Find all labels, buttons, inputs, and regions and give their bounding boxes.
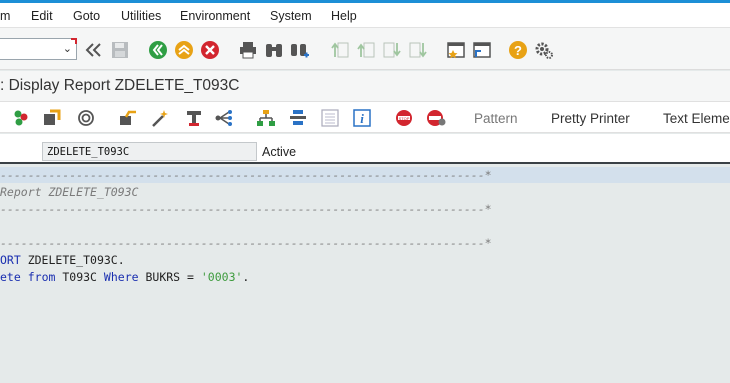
find-next-icon[interactable] (290, 40, 310, 60)
page-title: : Display Report ZDELETE_T093C (0, 77, 240, 94)
previous-page-icon[interactable] (356, 40, 376, 60)
title-bar: : Display Report ZDELETE_T093C (0, 71, 730, 101)
keyword: ete (0, 270, 21, 284)
standard-toolbar: ⌄ ? (0, 28, 730, 70)
code-line: ORT ZDELETE_T093C. (0, 252, 730, 268)
last-page-icon[interactable] (408, 40, 428, 60)
code-text: BUKRS = (145, 270, 201, 284)
menu-system[interactable]: System (270, 9, 312, 23)
info-icon[interactable]: i (352, 109, 372, 127)
string-literal: '0003' (200, 270, 243, 284)
pretty-printer-button[interactable]: Pretty Printer (551, 111, 630, 126)
menu-utilities[interactable]: Utilities (121, 9, 161, 23)
fullscreen-icon[interactable] (320, 109, 340, 127)
menu-edit[interactable]: Edit (31, 9, 53, 23)
program-status: Active (262, 145, 297, 159)
navigation-window-icon[interactable] (288, 109, 308, 127)
comment-text: ----------------------------------------… (0, 236, 492, 250)
code-line: ----------------------------------------… (0, 201, 730, 217)
back-icon[interactable] (84, 40, 104, 60)
program-name-field: ZDELETE_T093C (42, 142, 257, 161)
code-line: Report ZDELETE_T093C (0, 184, 730, 200)
save-icon[interactable] (110, 40, 130, 60)
code-line: ete from T093C Where BUKRS = '0003'. (0, 269, 730, 285)
active-inactive-icon[interactable] (76, 109, 96, 127)
help-icon[interactable]: ? (508, 40, 528, 60)
code-text: ZDELETE_T093C. (20, 253, 125, 267)
required-marker (71, 38, 77, 44)
text-elements-button[interactable]: Text Eleme (663, 111, 730, 126)
code-line: ----------------------------------------… (0, 167, 730, 183)
code-text: . (242, 270, 250, 284)
print-icon[interactable] (238, 40, 258, 60)
svg-text:?: ? (514, 43, 522, 58)
abap-editor[interactable]: ----------------------------------------… (0, 166, 730, 383)
shortcut-icon[interactable] (472, 40, 492, 60)
menu-help[interactable]: Help (331, 9, 357, 23)
comment-text: Report ZDELETE_T093C (0, 185, 139, 199)
test-icon[interactable] (184, 109, 204, 127)
external-breakpoint-icon[interactable] (426, 109, 446, 127)
settings-icon[interactable] (534, 40, 554, 60)
exit-icon[interactable] (174, 40, 194, 60)
comment-text: ----------------------------------------… (0, 202, 492, 216)
menu-environment[interactable]: Environment (180, 9, 250, 23)
menu-bar: m Edit Goto Utilities Environment System… (0, 3, 730, 28)
keyword: from (27, 270, 56, 284)
next-page-icon[interactable] (382, 40, 402, 60)
svg-text:STOP: STOP (399, 116, 410, 121)
menu-goto[interactable]: Goto (73, 9, 100, 23)
new-session-icon[interactable] (446, 40, 466, 60)
command-field[interactable]: ⌄ (0, 38, 77, 60)
keyword: Where (103, 270, 139, 284)
menu-program[interactable]: m (0, 9, 10, 23)
check-icon[interactable] (118, 109, 138, 127)
green-back-icon[interactable] (148, 40, 168, 60)
object-list-icon[interactable] (256, 109, 276, 127)
other-object-icon[interactable] (12, 109, 32, 127)
keyword: ORT (0, 253, 21, 267)
activate-icon[interactable] (150, 109, 170, 127)
program-info-row: ZDELETE_T093C Active (0, 134, 730, 164)
cancel-icon[interactable] (200, 40, 220, 60)
comment-text: ----------------------------------------… (0, 168, 492, 182)
application-toolbar: i STOP Pattern Pretty Printer Text Eleme (0, 101, 730, 133)
first-page-icon[interactable] (330, 40, 350, 60)
find-icon[interactable] (264, 40, 284, 60)
svg-text:i: i (360, 111, 364, 126)
pattern-button[interactable]: Pattern (474, 111, 518, 126)
breakpoint-icon[interactable]: STOP (394, 109, 414, 127)
code-text: T093C (62, 270, 97, 284)
display-change-icon[interactable] (42, 109, 62, 127)
where-used-icon[interactable] (214, 109, 234, 127)
code-line: ----------------------------------------… (0, 235, 730, 251)
